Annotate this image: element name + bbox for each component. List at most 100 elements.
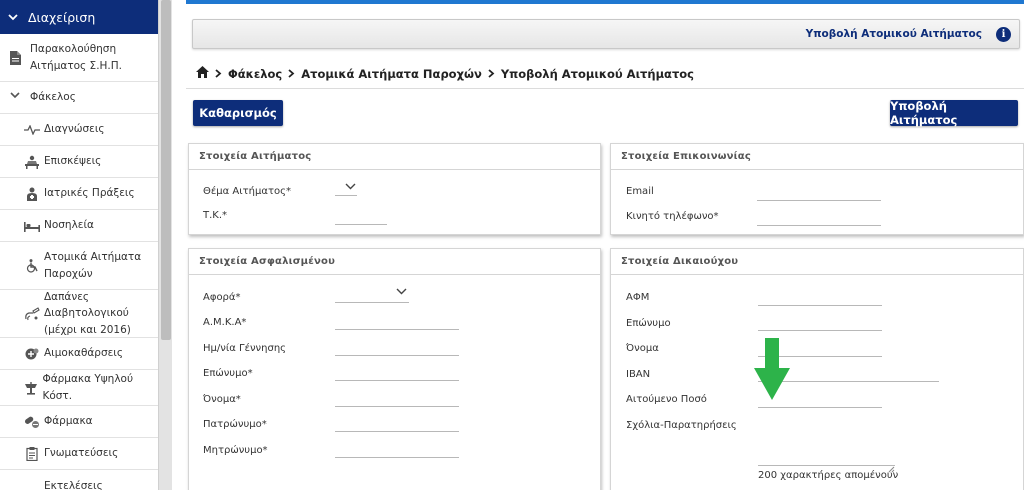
sidebar-item-label: Γνωματεύσεις <box>44 447 119 460</box>
sidebar-item-high-cost-drugs[interactable]: Φάρμακα Υψηλού Κόστ. <box>0 370 158 406</box>
subject-select-underline <box>335 195 357 196</box>
pills-icon <box>20 415 44 429</box>
field-label: Πατρώνυμο* <box>203 419 267 430</box>
birth-date-input[interactable] <box>335 355 459 356</box>
exam-bed-icon <box>20 155 44 169</box>
sidebar-item-diabetes-expenses[interactable]: Δαπάνες Διαβητολογικού (μέχρι και 2016) <box>0 290 158 338</box>
breadcrumb-item[interactable]: Ατομικά Αιτήματα Παροχών <box>301 67 482 81</box>
sidebar-item-tracking[interactable]: Παρακολούθηση Αιτήματος Σ.Η.Π. <box>0 34 158 82</box>
field-label: ΑΦΜ <box>626 292 650 303</box>
field-label: IBAN <box>626 369 651 380</box>
field-label: Σχόλια-Παρατηρήσεις <box>626 420 737 431</box>
sidebar-item-diagnoses[interactable]: Διαγνώσεις <box>0 114 158 146</box>
field-label: Επώνυμο* <box>203 368 253 379</box>
first-name-input[interactable] <box>335 406 459 407</box>
beneficiary-surname-input[interactable] <box>758 330 882 331</box>
hospital-bed-icon <box>20 220 44 232</box>
sidebar-item-label: Παρακολούθηση Αιτήματος Σ.Η.Π. <box>30 43 122 72</box>
home-icon[interactable] <box>196 66 209 81</box>
breadcrumb: Φάκελος Ατομικά Αιτήματα Παροχών Υποβολή… <box>196 66 694 81</box>
dialysis-icon <box>20 347 44 361</box>
beneficiary-details-card: Στοιχεία Δικαιούχου ΑΦΜ Επώνυμο Όνομα IB… <box>610 248 1024 490</box>
sidebar-item-label: Ατομικά Αιτήματα Παροχών <box>44 251 142 280</box>
breadcrumb-item-current: Υποβολή Ατομικού Αιτήματος <box>500 66 695 81</box>
concerns-select[interactable] <box>396 287 407 298</box>
sidebar-item-prescriptions[interactable]: Γνωματεύσεις <box>0 438 158 470</box>
clipboard-icon <box>20 446 44 461</box>
field-label: Κινητό τηλέφωνο* <box>626 211 719 222</box>
pulse-icon <box>20 124 44 135</box>
info-icon[interactable]: i <box>996 26 1011 42</box>
field-label: Επώνυμο <box>626 318 671 329</box>
mobile-phone-input[interactable] <box>757 225 881 226</box>
char-counter: 200 χαρακτήρες απομένουν <box>758 470 899 481</box>
breadcrumb-separator-icon <box>288 67 295 81</box>
sidebar-item-individual-requests[interactable]: Ατομικά Αιτήματα Παροχών <box>0 242 158 290</box>
field-label: Email <box>626 186 654 197</box>
chevron-down-icon <box>8 10 18 25</box>
breadcrumb-separator-icon <box>488 67 495 81</box>
field-label: Μητρώνυμο* <box>203 445 268 456</box>
chevron-down-icon <box>10 89 20 105</box>
breadcrumb-item[interactable]: Φάκελος <box>228 67 282 81</box>
sidebar-item-label: Εκτελέσεις <box>44 479 103 490</box>
field-label: Α.Μ.Κ.Α* <box>203 317 247 328</box>
field-label: Αφορά* <box>203 292 241 303</box>
sidebar-item-label: Νοσηλεία <box>44 219 94 232</box>
sidebar-item-executions[interactable]: Εκτελέσεις <box>0 470 158 490</box>
field-label: Ημ/νία Γέννησης <box>203 343 287 354</box>
doctor-icon <box>20 187 44 201</box>
sidebar-item-label: Διαγνώσεις <box>44 123 105 136</box>
field-label: Όνομα* <box>203 394 241 405</box>
sidebar-item-folder[interactable]: Φάκελος <box>0 82 158 114</box>
card-title: Στοιχεία Επικοινωνίας <box>611 144 1023 170</box>
sidebar-item-label: Φάκελος <box>30 91 76 104</box>
sidebar-item-label: Φάρμακα Υψηλού Κόστ. <box>42 373 134 402</box>
requested-amount-input[interactable] <box>758 407 882 408</box>
sidebar-item-visits[interactable]: Επισκέψεις <box>0 146 158 178</box>
sidebar-scrollbar-thumb[interactable] <box>161 0 171 340</box>
high-cost-drug-icon <box>20 381 42 395</box>
sidebar-item-label: Επισκέψεις <box>44 155 102 168</box>
father-name-input[interactable] <box>335 431 459 432</box>
sidebar-scrollbar[interactable] <box>158 0 172 490</box>
sidebar-item-drugs[interactable]: Φάρμακα <box>0 406 158 438</box>
subject-select[interactable] <box>345 182 356 193</box>
breadcrumb-divider <box>186 88 1024 89</box>
surname-input[interactable] <box>335 380 459 381</box>
sidebar-item-dialysis[interactable]: Αιμοκαθάρσεις <box>0 338 158 370</box>
postal-code-input[interactable] <box>335 224 387 225</box>
top-accent-bar <box>186 0 1024 4</box>
card-title: Στοιχεία Ασφαλισμένου <box>189 249 600 275</box>
sidebar-item-label: Δαπάνες Διαβητολογικού (μέχρι και 2016) <box>44 291 131 336</box>
breadcrumb-separator-icon <box>215 67 222 81</box>
insured-details-card: Στοιχεία Ασφαλισμένου Αφορά* Α.Μ.Κ.Α* Ημ… <box>188 248 601 490</box>
sidebar-menu: Διαχείριση Παρακολούθηση Αιτήματος Σ.Η.Π… <box>0 0 158 490</box>
clear-button[interactable]: Καθαρισμός <box>193 100 283 126</box>
amka-input[interactable] <box>335 329 459 330</box>
field-label: Τ.Κ.* <box>203 210 228 221</box>
request-details-card: Στοιχεία Αιτήματος Θέμα Αιτήματος* Τ.Κ.* <box>188 143 601 235</box>
sidebar-item-medical-acts[interactable]: Ιατρικές Πράξεις <box>0 178 158 210</box>
sidebar: Διαχείριση Παρακολούθηση Αιτήματος Σ.Η.Π… <box>0 0 172 490</box>
sidebar-header[interactable]: Διαχείριση <box>0 0 158 34</box>
wheelchair-icon <box>20 258 44 273</box>
card-title: Στοιχεία Δικαιούχου <box>611 249 1023 275</box>
document-icon <box>0 50 30 65</box>
page-title: Υποβολή Ατομικού Αιτήματος <box>805 28 982 40</box>
field-label: Θέμα Αιτήματος* <box>203 186 291 197</box>
page-title-bar: Υποβολή Ατομικού Αιτήματος i <box>192 19 1020 49</box>
submit-request-button[interactable]: Υποβολή Αιτήματος <box>890 99 1018 127</box>
mother-name-input[interactable] <box>335 457 459 458</box>
contact-details-card: Στοιχεία Επικοινωνίας Email Κινητό τηλέφ… <box>610 143 1024 235</box>
sidebar-item-hospitalization[interactable]: Νοσηλεία <box>0 210 158 242</box>
sidebar-item-label: Αιμοκαθάρσεις <box>44 347 124 360</box>
main-content: Υποβολή Ατομικού Αιτήματος i Φάκελος Ατο… <box>172 0 1024 490</box>
email-input[interactable] <box>757 200 881 201</box>
concerns-select-underline <box>335 302 409 303</box>
sidebar-item-label: Φάρμακα <box>44 415 93 428</box>
diabetes-icon <box>20 306 44 321</box>
tax-id-input[interactable] <box>758 305 882 306</box>
card-title: Στοιχεία Αιτήματος <box>189 144 600 170</box>
comments-textarea[interactable] <box>758 465 895 466</box>
